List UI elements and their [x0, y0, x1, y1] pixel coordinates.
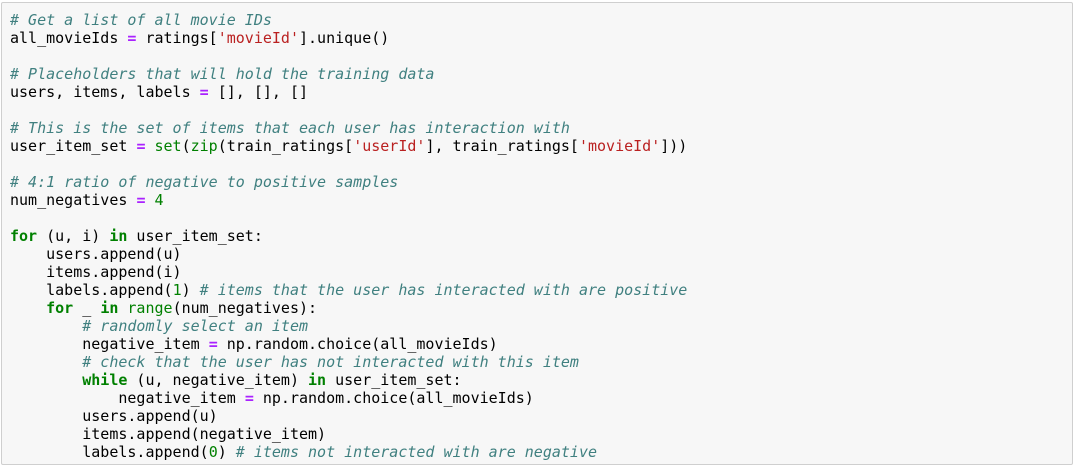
code-line: # 4:1 ratio of negative to positive samp… [10, 173, 687, 191]
code-token: for [10, 227, 38, 245]
code-comment: # Get a list of all movie IDs [10, 11, 272, 29]
code-token: zip [190, 137, 218, 155]
code-line: # check that the user has not interacted… [10, 353, 687, 371]
code-line: items.append(i) [10, 263, 687, 281]
code-line: user_item_set = set(zip(train_ratings['u… [10, 137, 687, 155]
code-line: num_negatives = 4 [10, 191, 687, 209]
code-token: in [308, 371, 327, 389]
code-token: 'userId' [353, 137, 426, 155]
code-token: users.append(u) [10, 245, 182, 263]
code-comment: # This is the set of items that each use… [10, 119, 570, 137]
code-token: 1 [172, 281, 182, 299]
code-token: negative_item [10, 335, 209, 353]
code-line: users.append(u) [10, 245, 687, 263]
code-token: = [208, 335, 218, 353]
code-token: range [127, 299, 173, 317]
code-token: ratings[ [136, 29, 218, 47]
code-token: in [100, 299, 119, 317]
code-token: labels.append( [10, 443, 209, 461]
code-line: users.append(u) [10, 407, 687, 425]
code-line: negative_item = np.random.choice(all_mov… [10, 335, 687, 353]
code-comment: # Placeholders that will hold the traini… [10, 65, 435, 83]
code-token: negative_item [10, 389, 245, 407]
code-token: = [244, 389, 254, 407]
code-token: users, items, labels [10, 83, 200, 101]
code-token: user_item_set [10, 137, 137, 155]
code-token: while [82, 371, 128, 389]
code-token: ].unique() [299, 29, 390, 47]
code-token: user_item_set: [326, 371, 462, 389]
code-token: np.random.choice(all_movieIds) [217, 335, 498, 353]
code-token: items.append(negative_item) [10, 425, 327, 443]
code-token: labels.append( [10, 281, 173, 299]
code-token: all_movieIds [10, 29, 128, 47]
code-token: = [199, 83, 209, 101]
code-line: # Placeholders that will hold the traini… [10, 65, 687, 83]
code-comment: # items not interacted with are negative [235, 443, 598, 461]
code-comment: # items that the user has interacted wit… [199, 281, 688, 299]
code-token: ], train_ratings[ [425, 137, 579, 155]
code-token: (u, i) [37, 227, 110, 245]
code-token: in [109, 227, 128, 245]
code-line: # randomly select an item [10, 317, 687, 335]
code-token: 'movieId' [578, 137, 661, 155]
code-token: ])) [660, 137, 688, 155]
code-token: (train_ratings[ [217, 137, 354, 155]
code-token: (num_negatives): [172, 299, 318, 317]
code-token: ( [181, 137, 191, 155]
code-line: negative_item = np.random.choice(all_mov… [10, 389, 687, 407]
code-cell[interactable]: # Get a list of all movie IDs all_movieId… [1, 2, 1073, 465]
code-token: set [154, 137, 182, 155]
code-token: ) [181, 281, 200, 299]
code-line: for (u, i) in user_item_set: [10, 227, 687, 245]
code-line: for _ in range(num_negatives): [10, 299, 687, 317]
code-token: num_negatives [10, 191, 137, 209]
code-line: all_movieIds = ratings['movieId'].unique… [10, 29, 687, 47]
code-comment: # randomly select an item [82, 317, 309, 335]
code-line: # This is the set of items that each use… [10, 119, 687, 137]
code-line: while (u, negative_item) in user_item_se… [10, 371, 687, 389]
code-line: # Get a list of all movie IDs [10, 11, 687, 29]
code-token: ) [217, 443, 236, 461]
code-token: np.random.choice(all_movieIds) [253, 389, 534, 407]
code-line: items.append(negative_item) [10, 425, 687, 443]
code-comment: # check that the user has not interacted… [82, 353, 579, 371]
code-token: 'movieId' [217, 29, 299, 47]
code-token: user_item_set: [127, 227, 263, 245]
code-token: (u, negative_item) [127, 371, 309, 389]
code-editor[interactable]: # Get a list of all movie IDs all_movieId… [10, 11, 687, 461]
code-line: labels.append(0) # items not interacted … [10, 443, 687, 461]
code-token: _ [73, 299, 101, 317]
code-token: [], [], [] [208, 83, 309, 101]
code-token: items.append(i) [10, 263, 182, 281]
code-line: labels.append(1) # items that the user h… [10, 281, 687, 299]
code-token: 4 [154, 191, 164, 209]
code-token: 0 [208, 443, 218, 461]
code-line: users, items, labels = [], [], [] [10, 83, 687, 101]
code-token: users.append(u) [10, 407, 218, 425]
code-comment: # 4:1 ratio of negative to positive samp… [10, 173, 399, 191]
code-token: for [46, 299, 74, 317]
